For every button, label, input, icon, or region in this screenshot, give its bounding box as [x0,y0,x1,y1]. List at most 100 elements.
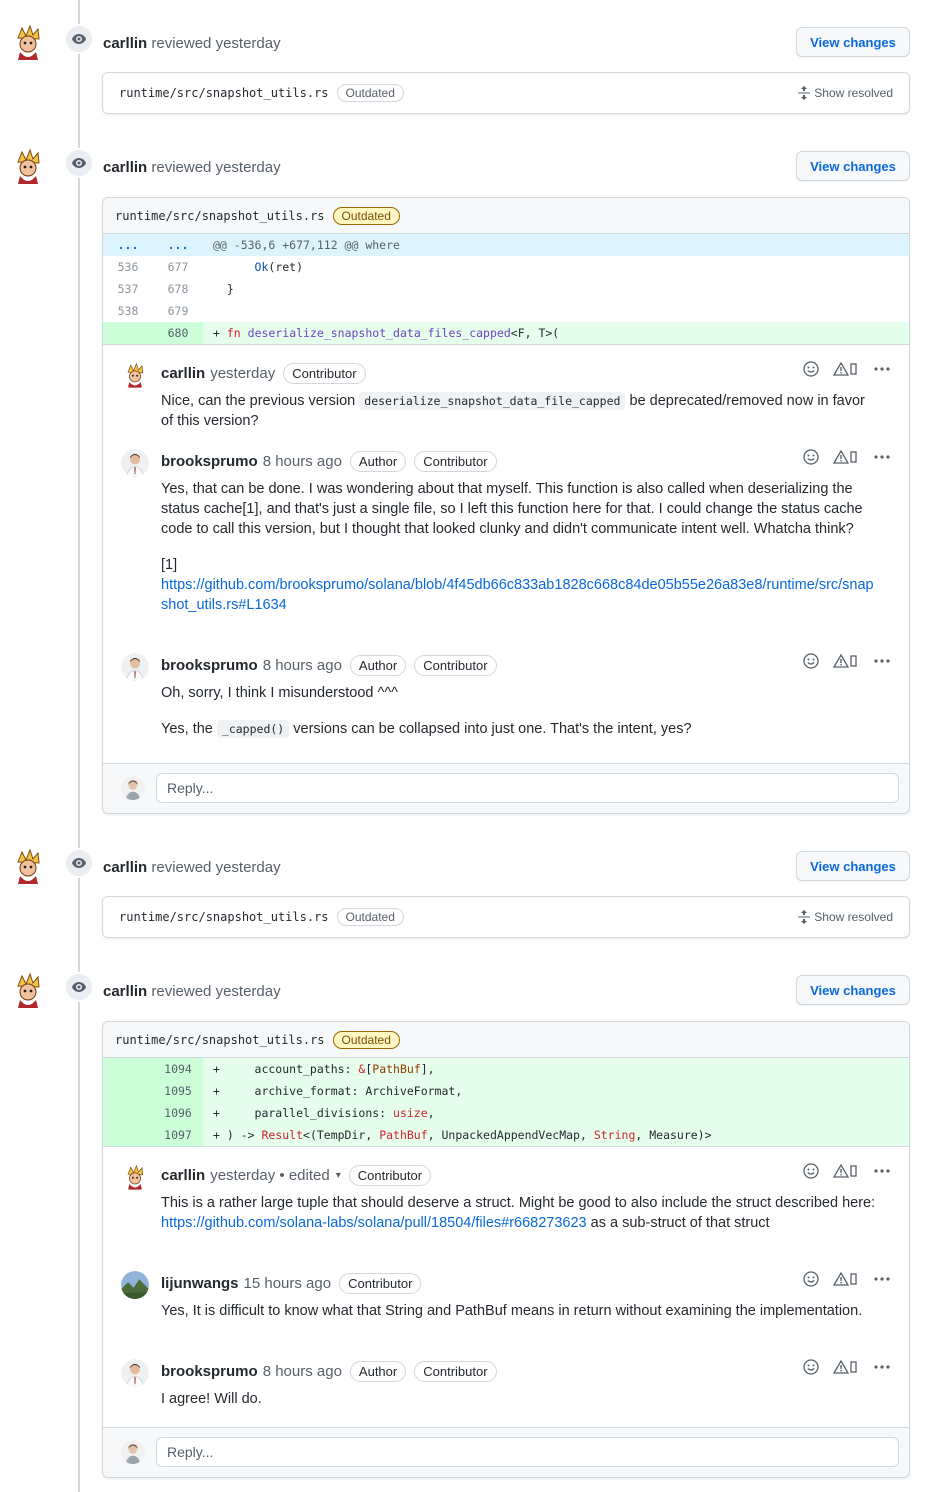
old-line-number[interactable]: 538 [103,300,153,322]
old-line-number[interactable]: 536 [103,256,153,278]
reply-row: Reply... [103,763,909,813]
smiley-icon[interactable] [803,1271,819,1287]
diff-code: } [213,282,234,296]
outdated-badge: Outdated [336,84,404,102]
kebab-horizontal-icon[interactable] [873,653,891,669]
review-time[interactable]: yesterday [216,983,281,1000]
expand-up-button[interactable]: ... [103,234,153,256]
comment: lijunwangs 15 hours ago Contributor Yes,… [103,1255,909,1343]
expand-down-button[interactable]: ... [153,234,203,256]
report-icon[interactable] [833,1163,859,1179]
review-time[interactable]: yesterday [216,859,281,876]
comment-time[interactable]: 8 hours ago [263,1363,342,1380]
new-line-number[interactable]: 680 [153,322,203,344]
smiley-icon[interactable] [803,1359,819,1375]
show-resolved-button[interactable]: Show resolved [798,910,893,924]
new-line-number[interactable]: 679 [153,300,203,322]
comment-author[interactable]: lijunwangs [161,1275,239,1292]
eye-icon [64,972,94,1002]
review-author[interactable]: carllin [103,983,147,1000]
review-time[interactable]: yesterday [216,159,281,176]
smiley-icon[interactable] [803,1163,819,1179]
file-path[interactable]: runtime/src/snapshot_utils.rs [115,209,325,223]
carllin-avatar[interactable] [8,146,48,186]
report-icon[interactable] [833,449,859,465]
review-time[interactable]: yesterday [216,35,281,52]
hunk-header-row[interactable]: ... ... @@ -536,6 +677,112 @@ where [103,234,909,256]
kebab-horizontal-icon[interactable] [873,1163,891,1179]
commenter-avatar[interactable] [121,653,149,681]
carllin-avatar[interactable] [8,846,48,886]
comment-author[interactable]: brooksprumo [161,453,258,470]
report-icon[interactable] [833,653,859,669]
pull-link[interactable]: https://github.com/solana-labs/solana/pu… [161,1215,587,1231]
smiley-icon[interactable] [803,449,819,465]
smiley-icon[interactable] [803,361,819,377]
comment-text: versions can be collapsed into just one.… [293,721,692,737]
comment-author[interactable]: carllin [161,365,205,382]
carllin-avatar[interactable] [8,970,48,1010]
eye-icon [64,848,94,878]
new-line-number[interactable]: 1094 [153,1058,203,1080]
review-author[interactable]: carllin [103,35,147,52]
commenter-avatar[interactable] [121,449,149,477]
reply-row: Reply... [103,1427,909,1477]
view-changes-button[interactable]: View changes [796,851,910,881]
diff-code: Ok(ret) [254,260,304,274]
kebab-horizontal-icon[interactable] [873,1359,891,1375]
review-author[interactable]: carllin [103,859,147,876]
file-path[interactable]: runtime/src/snapshot_utils.rs [115,1033,325,1047]
comment-body: This is a rather large tuple that should… [161,1189,893,1233]
show-resolved-button[interactable]: Show resolved [798,86,893,100]
commenter-avatar[interactable] [121,1359,149,1387]
comment-text: Yes, It is difficult to know what that S… [161,1303,863,1319]
new-line-number[interactable]: 1096 [153,1102,203,1124]
comment-author[interactable]: brooksprumo [161,657,258,674]
file-path[interactable]: runtime/src/snapshot_utils.rs [119,86,329,100]
kebab-horizontal-icon[interactable] [873,449,891,465]
diff-code [203,300,909,322]
edited-dropdown[interactable]: • edited [279,1167,329,1184]
diff-line-added: 1095 + archive_format: ArchiveFormat, [103,1080,909,1102]
report-icon[interactable] [833,1359,859,1375]
comment-actions [803,449,891,465]
view-changes-button[interactable]: View changes [796,975,910,1005]
caret-down-icon[interactable]: ▾ [336,1170,341,1181]
new-line-number[interactable]: 1095 [153,1080,203,1102]
comment-time[interactable]: yesterday [210,365,275,382]
current-user-avatar [121,1440,145,1464]
comment-author[interactable]: brooksprumo [161,1363,258,1380]
comment-time[interactable]: 8 hours ago [263,453,342,470]
commenter-avatar[interactable] [121,361,149,389]
new-line-number[interactable]: 1097 [153,1124,203,1146]
view-changes-button[interactable]: View changes [796,151,910,181]
smiley-icon[interactable] [803,653,819,669]
comment-list: carllin yesterday Contributor Nice, can … [103,344,909,745]
carllin-avatar[interactable] [8,22,48,62]
review-action: reviewed [151,859,212,876]
comment-time[interactable]: 15 hours ago [244,1275,332,1292]
comment-list: carllin yesterday • edited ▾ Contributor … [103,1146,909,1411]
old-line-number[interactable]: 537 [103,278,153,300]
kebab-horizontal-icon[interactable] [873,361,891,377]
new-line-number[interactable]: 678 [153,278,203,300]
new-line-number[interactable]: 677 [153,256,203,278]
kebab-horizontal-icon[interactable] [873,1271,891,1287]
comment-body: Nice, can the previous version deseriali… [161,387,893,431]
diff-code: + parallel_divisions: usize, [203,1102,909,1124]
comment-header: brooksprumo 8 hours ago Author Contribut… [161,1357,893,1385]
comment-time[interactable]: yesterday [210,1167,275,1184]
reply-input[interactable]: Reply... [156,773,899,803]
comment-author[interactable]: carllin [161,1167,205,1184]
reply-input[interactable]: Reply... [156,1437,899,1467]
report-icon[interactable] [833,361,859,377]
comment-time[interactable]: 8 hours ago [263,657,342,674]
report-icon[interactable] [833,1271,859,1287]
commenter-avatar[interactable] [121,1163,149,1191]
file-path[interactable]: runtime/src/snapshot_utils.rs [119,910,329,924]
commenter-avatar[interactable] [121,1271,149,1299]
comment-header: lijunwangs 15 hours ago Contributor [161,1269,893,1297]
view-changes-button[interactable]: View changes [796,27,910,57]
footnote-link[interactable]: https://github.com/brooksprumo/solana/bl… [161,577,874,613]
review-author[interactable]: carllin [103,159,147,176]
